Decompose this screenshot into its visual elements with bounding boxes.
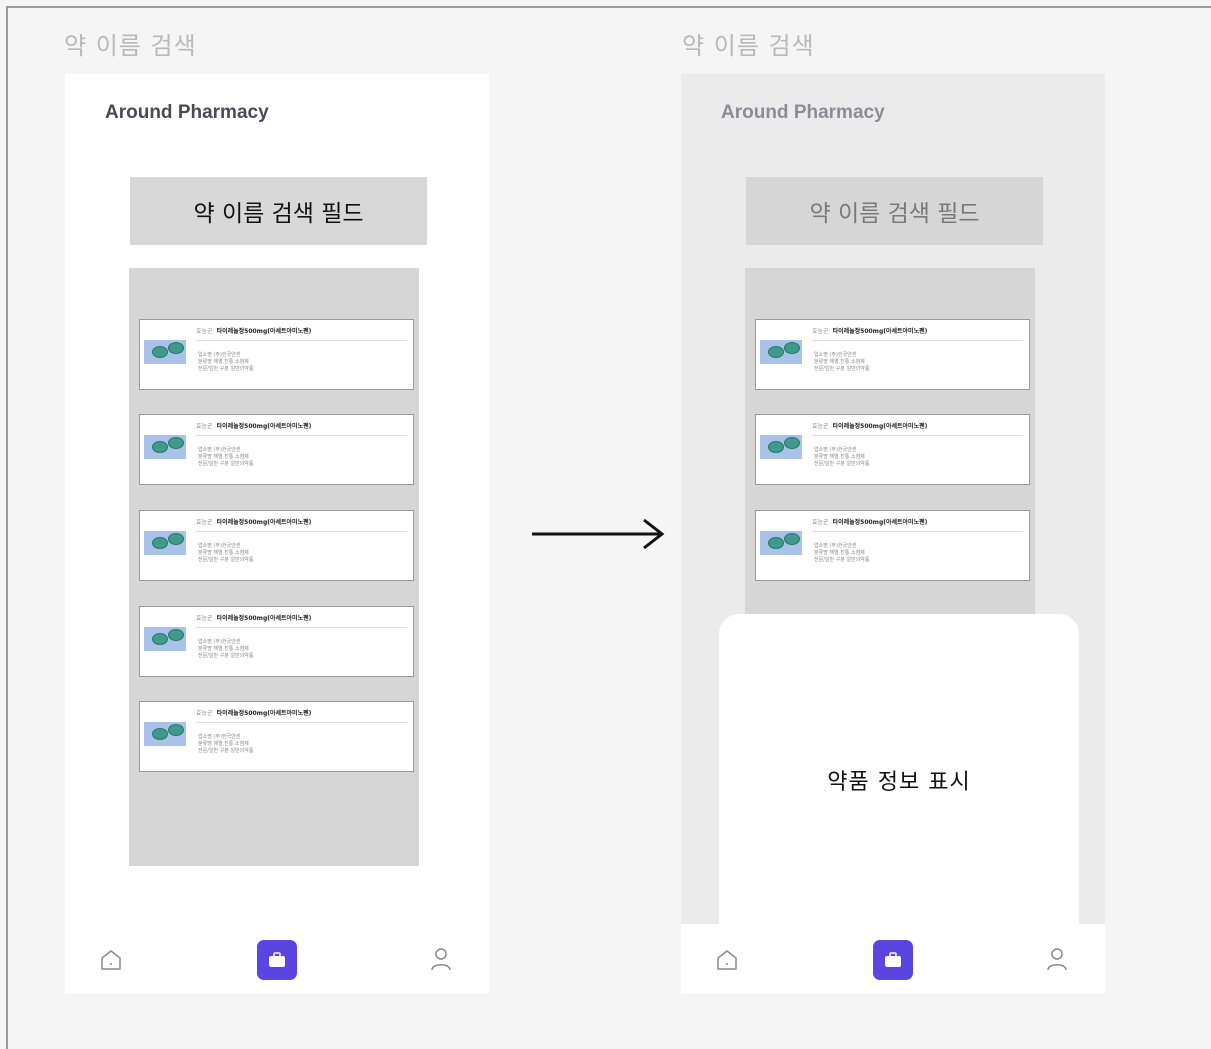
drug-card-title: 효능군 타이레놀정500mg(아세트아미노펜) [196,708,407,723]
medicine-tab-button[interactable] [873,940,913,980]
pill-bag-icon [269,952,285,967]
drug-image [144,722,186,746]
drug-search-field[interactable]: 약 이름 검색 필드 [746,177,1043,245]
frame-label-left: 약 이름 검색 [64,32,197,60]
bottom-nav [65,924,489,994]
drug-image [144,435,186,459]
frame-label-right: 약 이름 검색 [682,32,815,60]
drug-card[interactable]: 효능군 타이레놀정500mg(아세트아미노펜) 업소명 (주)한국얀센 분류명 해열… [139,606,414,677]
drug-card[interactable]: 효능군 타이레놀정500mg(아세트아미노펜) 업소명 (주)한국얀센 분류명 해열… [755,414,1030,485]
home-icon[interactable] [715,948,739,972]
phone-frame-right: Around Pharmacy 약 이름 검색 필드 효능군 타이레놀정500mg… [681,74,1105,994]
medicine-tab-button[interactable] [257,940,297,980]
drug-card-info: 업소명 (주)한국얀센 분류명 해열.진통.소염제 전문/일반 구분 일반의약품 [198,639,254,659]
drug-card-title: 효능군 타이레놀정500mg(아세트아미노펜) [812,517,1023,532]
drug-card-info: 업소명 (주)한국얀센 분류명 해열.진통.소염제 전문/일반 구분 일반의약품 [814,447,870,467]
drug-card-info: 업소명 (주)한국얀센 분류명 해열.진통.소염제 전문/일반 구분 일반의약품 [198,734,254,754]
drug-card-title: 효능군 타이레놀정500mg(아세트아미노펜) [196,421,407,436]
drug-image [144,627,186,651]
drug-card[interactable]: 효능군 타이레놀정500mg(아세트아미노펜) 업소명 (주)한국얀센 분류명 해열… [755,319,1030,390]
drug-card-info: 업소명 (주)한국얀센 분류명 해열.진통.소염제 전문/일반 구분 일반의약품 [198,352,254,372]
drug-card-title: 효능군 타이레놀정500mg(아세트아미노펜) [812,326,1023,341]
phone-frame-left: Around Pharmacy 약 이름 검색 필드 효능군 타이레놀정500mg… [65,74,489,994]
drug-image [144,340,186,364]
pill-bag-icon [885,952,901,967]
drug-card[interactable]: 효능군 타이레놀정500mg(아세트아미노펜) 업소명 (주)한국얀센 분류명 해열… [139,701,414,772]
drug-card[interactable]: 효능군 타이레놀정500mg(아세트아미노펜) 업소명 (주)한국얀센 분류명 해열… [139,510,414,581]
drug-info-text: 약품 정보 표시 [827,770,971,795]
drug-card[interactable]: 효능군 타이레놀정500mg(아세트아미노펜) 업소명 (주)한국얀센 분류명 해열… [139,319,414,390]
drug-card-title: 효능군 타이레놀정500mg(아세트아미노펜) [812,421,1023,436]
drug-card[interactable]: 효능군 타이레놀정500mg(아세트아미노펜) 업소명 (주)한국얀센 분류명 해열… [755,510,1030,581]
user-icon[interactable] [1045,946,1069,972]
drug-card-info: 업소명 (주)한국얀센 분류명 해열.진통.소염제 전문/일반 구분 일반의약품 [198,447,254,467]
drug-image [144,531,186,555]
drug-card[interactable]: 효능군 타이레놀정500mg(아세트아미노펜) 업소명 (주)한국얀센 분류명 해열… [139,414,414,485]
search-result-list[interactable]: 효능군 타이레놀정500mg(아세트아미노펜) 업소명 (주)한국얀센 분류명 해열… [129,268,419,866]
drug-image [760,340,802,364]
drug-card-title: 효능군 타이레놀정500mg(아세트아미노펜) [196,326,407,341]
drug-card-info: 업소명 (주)한국얀센 분류명 해열.진통.소염제 전문/일반 구분 일반의약품 [198,543,254,563]
user-icon[interactable] [429,946,453,972]
drug-card-info: 업소명 (주)한국얀센 분류명 해열.진통.소염제 전문/일반 구분 일반의약품 [814,543,870,563]
app-brand: Around Pharmacy [721,102,885,123]
drug-search-field[interactable]: 약 이름 검색 필드 [130,177,427,245]
transition-arrow-icon [532,518,665,550]
app-brand: Around Pharmacy [105,102,269,123]
home-icon[interactable] [99,948,123,972]
drug-image [760,531,802,555]
drug-card-title: 효능군 타이레놀정500mg(아세트아미노펜) [196,517,407,532]
bottom-nav [681,924,1105,994]
drug-card-info: 업소명 (주)한국얀센 분류명 해열.진통.소염제 전문/일반 구분 일반의약품 [814,352,870,372]
drug-card-title: 효능군 타이레놀정500mg(아세트아미노펜) [196,613,407,628]
drug-image [760,435,802,459]
